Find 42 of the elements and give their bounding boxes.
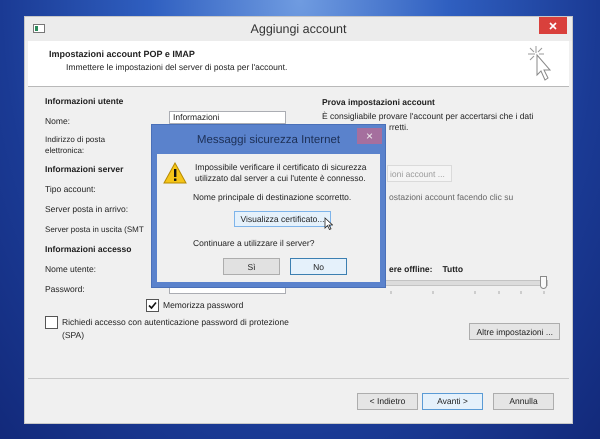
text-field[interactable]: Informazioni [169, 111, 286, 124]
alert-message: Impossibile verificare il certificato di sicurezza utilizzato dal server a cui l'utente è connesso. [195, 162, 368, 184]
warning-icon [163, 162, 187, 184]
footer-button[interactable]: Annulla [493, 392, 554, 410]
checkbox-label: Richiedi accesso con autenticazione password di protezione (SPA) [62, 316, 290, 342]
view-certificate-button[interactable]: Visualizza certificato... [234, 211, 332, 227]
dialog-button[interactable]: Sì [223, 258, 280, 275]
header-title: Impostazioni account POP e IMAP [49, 49, 196, 59]
section-heading: Informazioni server [45, 164, 124, 174]
more-settings-button[interactable]: Altre impostazioni ... [469, 323, 560, 340]
pointer-icon [324, 217, 334, 230]
app-icon [33, 24, 45, 33]
hint-text: ostazioni account facendo clic su [389, 192, 514, 202]
offline-label: ere offline: [389, 264, 432, 274]
field-label: Server posta in uscita (SMT [45, 224, 145, 234]
footer-button[interactable]: Avanti > [422, 392, 483, 410]
section-heading: Informazioni utente [45, 96, 124, 106]
close-icon [549, 22, 557, 30]
alert-detail: Nome principale di destinazione scorretto. [193, 192, 352, 202]
field-label: Tipo account: [45, 184, 97, 194]
checkbox-label: Memorizza password [163, 299, 244, 312]
offline-value: Tutto [442, 264, 464, 274]
dialog-button[interactable]: No [290, 258, 347, 275]
cursor-icon [527, 45, 553, 83]
alert-question: Continuare a utilizzare il server? [193, 238, 316, 248]
close-button[interactable] [539, 17, 567, 34]
info-text: È consigliabile provare l'account per accertarsi che i dati [322, 111, 534, 122]
alert-title: Messaggi sicurezza Internet [196, 134, 340, 146]
checkbox[interactable] [45, 316, 58, 329]
section-heading: Informazioni accesso [45, 244, 132, 254]
slider-thumb[interactable] [540, 276, 547, 289]
footer-button[interactable]: < Indietro [357, 392, 418, 410]
section-heading: Prova impostazioni account [322, 97, 436, 107]
header-subtitle: Immettere le impostazioni del server di posta per l'account. [66, 62, 288, 72]
field-label: Indirizzo di posta elettronica: [45, 134, 106, 156]
checkbox[interactable] [146, 299, 159, 312]
field-label: Nome: [45, 116, 72, 126]
field-label: Password: [45, 284, 86, 294]
window-title: Aggiungi account [250, 22, 346, 36]
field-label: Nome utente: [45, 264, 98, 274]
info-text: rretti. [389, 122, 408, 133]
field-label: Server posta in arrivo: [45, 204, 130, 214]
